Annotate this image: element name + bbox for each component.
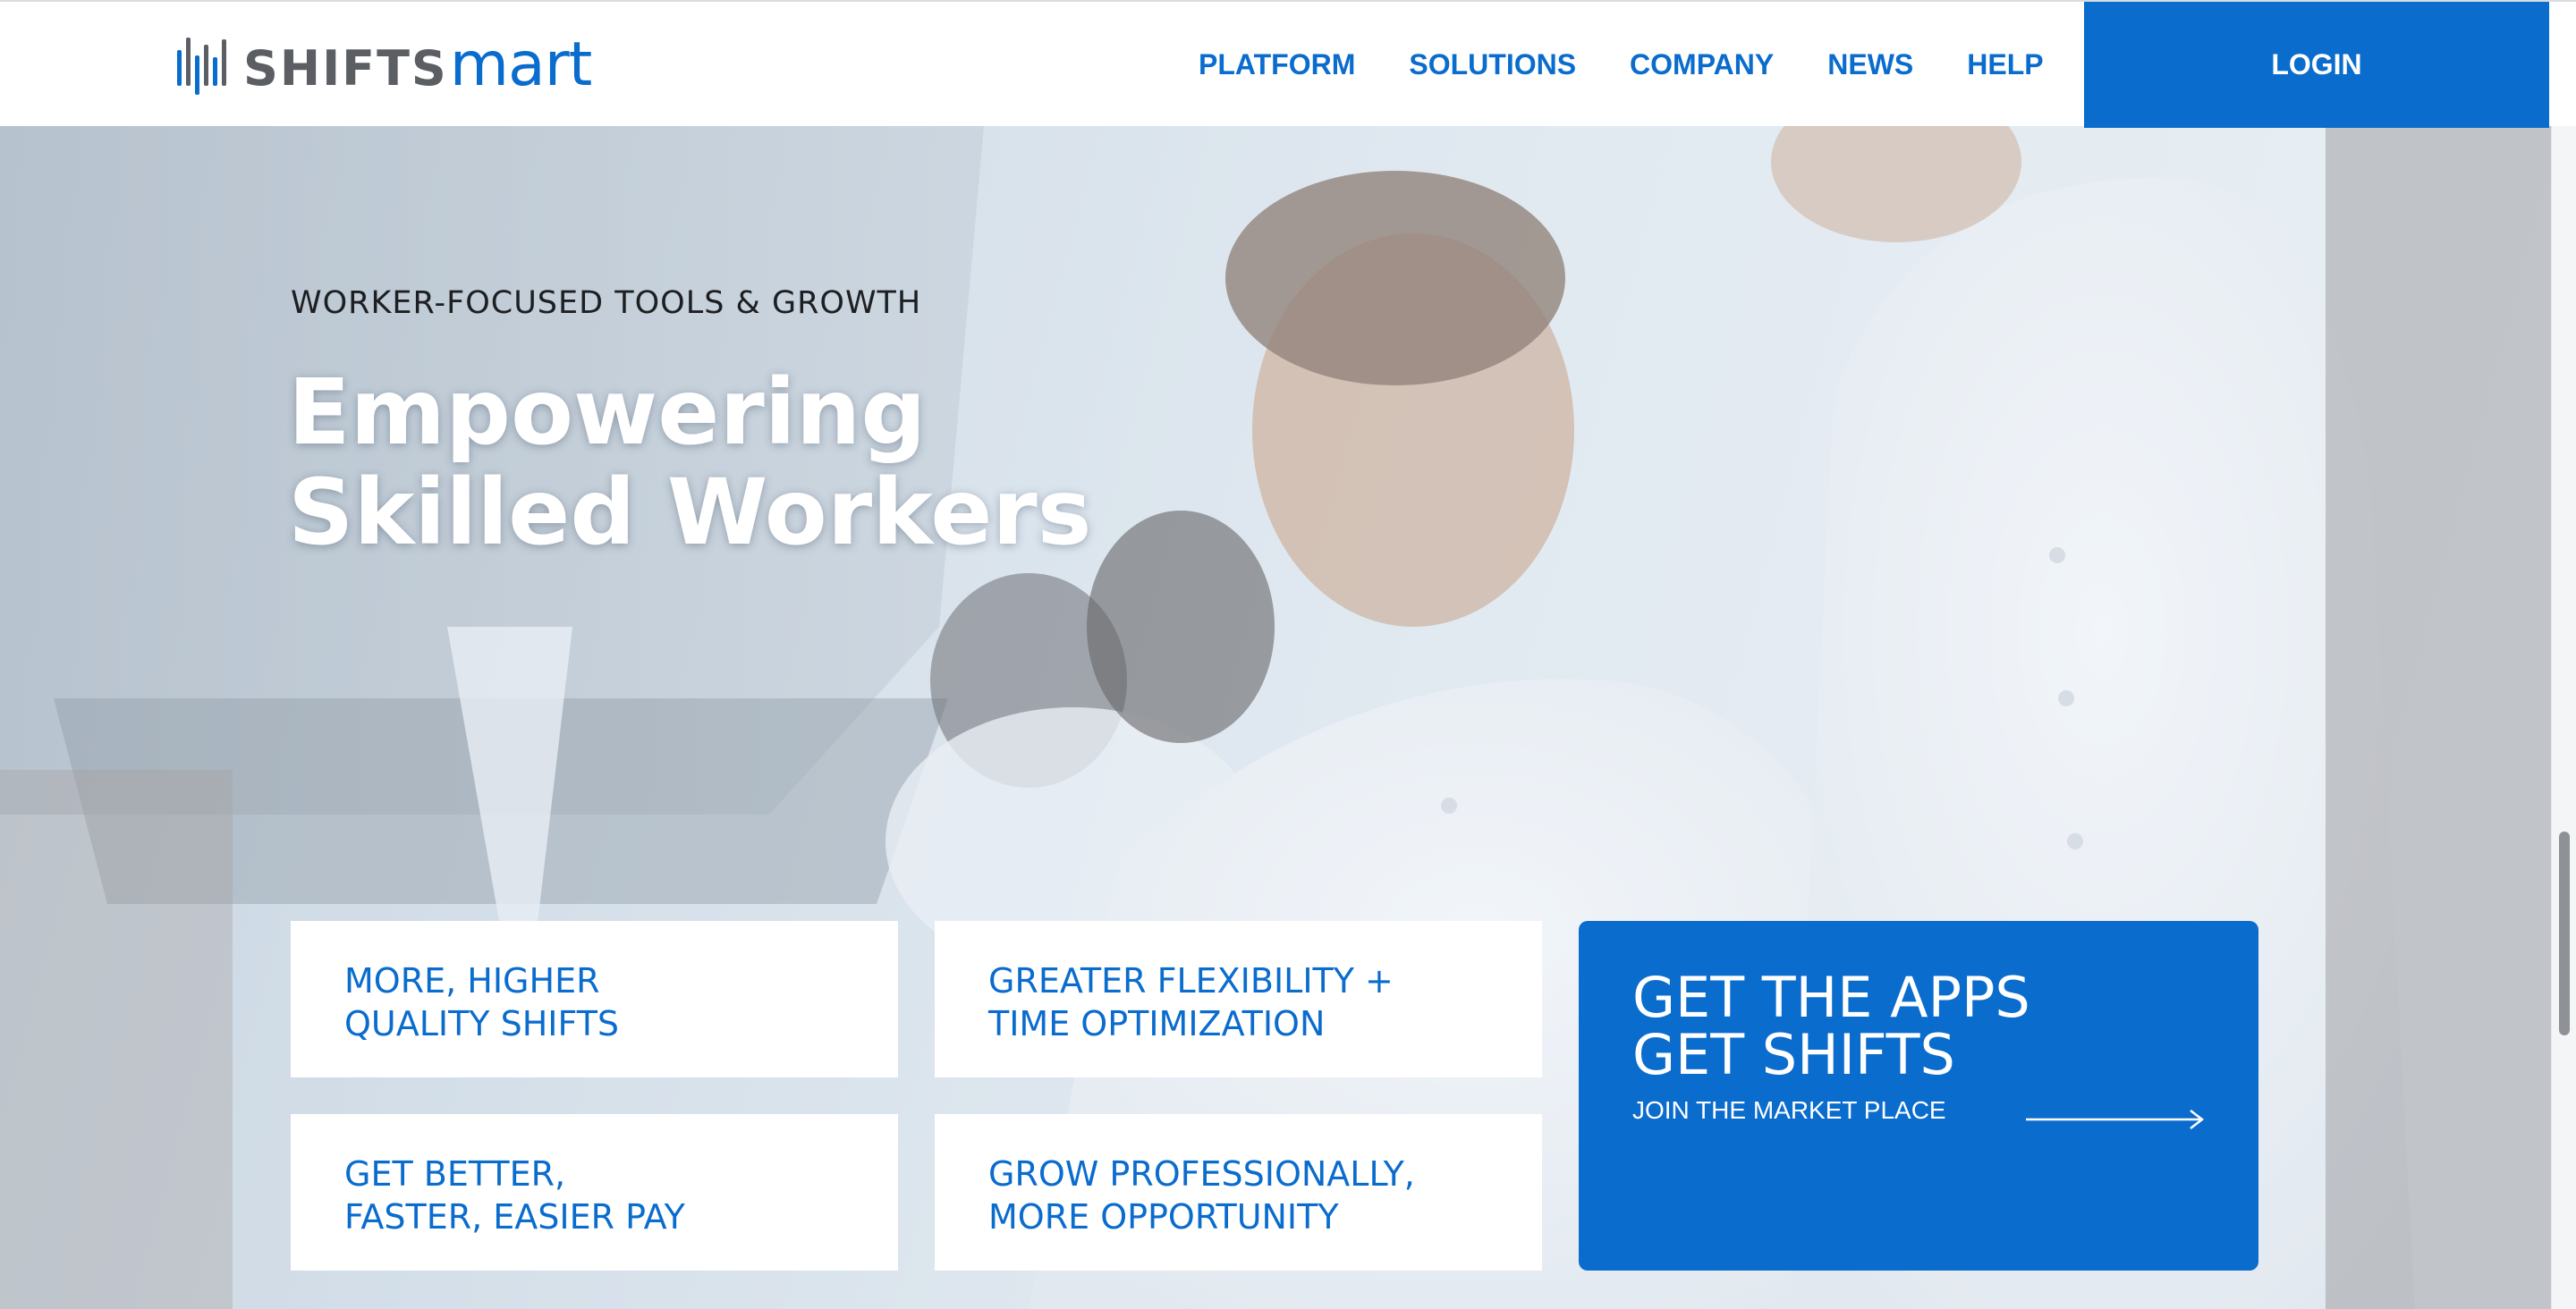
benefit-tile-flexibility[interactable]: GREATER FLEXIBILITY + TIME OPTIMIZATION — [935, 921, 1542, 1077]
nav-item-company[interactable]: COMPANY — [1630, 48, 1774, 81]
hero-headline-line1: Empowering — [288, 359, 927, 466]
page-scrollbar[interactable] — [2551, 0, 2576, 1309]
benefit-tile-text: GET BETTER, FASTER, EASIER PAY — [344, 1153, 898, 1238]
benefit-tile-line1: GROW PROFESSIONALLY, — [988, 1154, 1415, 1194]
benefit-tile-line1: MORE, HIGHER — [344, 961, 600, 1001]
logo-wordmark: SHIFTS mart — [243, 29, 593, 100]
cta-title-line1: GET THE APPS — [1632, 965, 2030, 1030]
scrollbar-thumb[interactable] — [2559, 832, 2570, 1035]
cta-title: GET THE APPS GET SHIFTS — [1632, 969, 2258, 1084]
arrow-right-icon — [2026, 1110, 2205, 1129]
benefit-tile-grow[interactable]: GROW PROFESSIONALLY, MORE OPPORTUNITY — [935, 1114, 1542, 1271]
hero-headline: Empowering Skilled Workers — [288, 363, 1093, 563]
logo-bars-icon — [177, 38, 226, 95]
benefit-tile-quality-shifts[interactable]: MORE, HIGHER QUALITY SHIFTS — [291, 921, 898, 1077]
main-nav: PLATFORM SOLUTIONS COMPANY NEWS HELP — [1199, 2, 2044, 128]
logo-text-shifts: SHIFTS — [243, 39, 448, 97]
hero-section: WORKER-FOCUSED TOOLS & GROWTH Empowering… — [0, 126, 2551, 1309]
nav-item-help[interactable]: HELP — [1967, 48, 2043, 81]
benefit-tile-pay[interactable]: GET BETTER, FASTER, EASIER PAY — [291, 1114, 898, 1271]
benefit-tile-line1: GET BETTER, — [344, 1154, 566, 1194]
site-header: SHIFTS mart PLATFORM SOLUTIONS COMPANY N… — [0, 0, 2576, 128]
nav-item-news[interactable]: NEWS — [1827, 48, 1913, 81]
benefit-tile-line2: FASTER, EASIER PAY — [344, 1197, 685, 1237]
benefit-tile-line2: MORE OPPORTUNITY — [988, 1197, 1339, 1237]
cta-title-line2: GET SHIFTS — [1632, 1022, 1955, 1087]
benefit-tile-text: GROW PROFESSIONALLY, MORE OPPORTUNITY — [988, 1153, 1542, 1238]
benefit-tile-line2: TIME OPTIMIZATION — [988, 1004, 1326, 1043]
hero-headline-line2: Skilled Workers — [288, 460, 1092, 566]
nav-item-solutions[interactable]: SOLUTIONS — [1409, 48, 1576, 81]
shiftsmart-logo[interactable]: SHIFTS mart — [175, 27, 593, 102]
hero-eyebrow: WORKER-FOCUSED TOOLS & GROWTH — [291, 285, 922, 321]
logo-text-smart: mart — [449, 29, 593, 100]
benefit-tile-text: GREATER FLEXIBILITY + TIME OPTIMIZATION — [988, 959, 1542, 1045]
benefit-tile-line1: GREATER FLEXIBILITY + — [988, 961, 1394, 1001]
login-button[interactable]: LOGIN — [2084, 2, 2549, 128]
get-apps-cta[interactable]: GET THE APPS GET SHIFTS JOIN THE MARKET … — [1579, 921, 2258, 1271]
nav-item-platform[interactable]: PLATFORM — [1199, 48, 1355, 81]
benefit-tile-line2: QUALITY SHIFTS — [344, 1004, 620, 1043]
benefit-tile-text: MORE, HIGHER QUALITY SHIFTS — [344, 959, 898, 1045]
